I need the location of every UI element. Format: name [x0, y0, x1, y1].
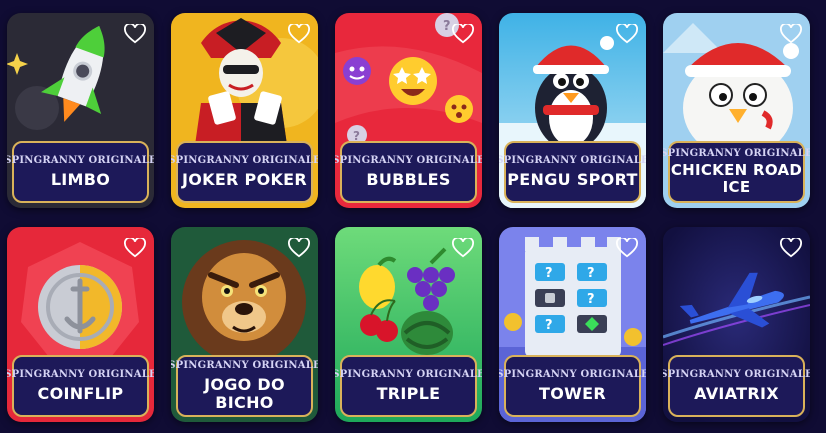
favorite-heart-icon[interactable]: [616, 238, 638, 258]
favorite-heart-icon[interactable]: [616, 24, 638, 44]
game-label: SPINGRANNY ORIGINALE COINFLIP: [7, 355, 154, 417]
game-label: SPINGRANNY ORIGINALE TRIPLE: [335, 355, 482, 417]
provider-name: SPINGRANNY ORIGINALE: [663, 148, 810, 159]
game-label: SPINGRANNY ORIGINALE CHICKEN ROAD ICE: [663, 141, 810, 203]
favorite-heart-icon[interactable]: [288, 24, 310, 44]
favorite-heart-icon[interactable]: [452, 238, 474, 258]
game-card-jogo-do-bicho[interactable]: SPINGRANNY ORIGINALE JOGO DO BICHO: [171, 227, 318, 422]
game-label: SPINGRANNY ORIGINALE JOKER POKER: [171, 141, 318, 203]
favorite-heart-icon[interactable]: [124, 24, 146, 44]
game-title: TOWER: [539, 384, 606, 403]
provider-name: SPINGRANNY ORIGINALE: [171, 155, 318, 166]
game-label: SPINGRANNY ORIGINALE PENGU SPORT: [499, 141, 646, 203]
favorite-heart-icon[interactable]: [124, 238, 146, 258]
svg-text:?: ?: [545, 266, 553, 281]
provider-name: SPINGRANNY ORIGINALE: [663, 369, 810, 380]
provider-name: SPINGRANNY ORIGINALE: [499, 369, 646, 380]
provider-name: SPINGRANNY ORIGINALE: [7, 155, 154, 166]
game-title: CHICKEN ROAD ICE: [670, 161, 803, 196]
game-card-joker-poker[interactable]: SPINGRANNY ORIGINALE JOKER POKER: [171, 13, 318, 208]
game-label: SPINGRANNY ORIGINALE AVIATRIX: [663, 355, 810, 417]
provider-name: SPINGRANNY ORIGINALE: [499, 155, 646, 166]
provider-name: SPINGRANNY ORIGINALE: [335, 369, 482, 380]
game-card-tower[interactable]: ? ? ? ? SPINGRANNY ORIGINALE TOWER: [499, 227, 646, 422]
game-card-coinflip[interactable]: SPINGRANNY ORIGINALE COINFLIP: [7, 227, 154, 422]
favorite-heart-icon[interactable]: [288, 238, 310, 258]
game-title: PENGU SPORT: [507, 170, 638, 189]
games-grid: SPINGRANNY ORIGINALE LIMBO SPINGRANNY OR…: [0, 0, 826, 433]
game-title: BUBBLES: [366, 170, 451, 189]
favorite-heart-icon[interactable]: [452, 24, 474, 44]
provider-name: SPINGRANNY ORIGINALE: [171, 360, 318, 371]
game-card-chicken-road-ice[interactable]: SPINGRANNY ORIGINALE CHICKEN ROAD ICE: [663, 13, 810, 208]
game-label: SPINGRANNY ORIGINALE JOGO DO BICHO: [171, 355, 318, 417]
game-title: TRIPLE: [376, 384, 441, 403]
game-card-aviatrix[interactable]: SPINGRANNY ORIGINALE AVIATRIX: [663, 227, 810, 422]
game-card-pengu-sport[interactable]: SPINGRANNY ORIGINALE PENGU SPORT: [499, 13, 646, 208]
svg-text:?: ?: [587, 292, 595, 307]
game-card-bubbles[interactable]: ? ? SPINGRANNY ORIGINALE BUBBLES: [335, 13, 482, 208]
game-title: JOKER POKER: [181, 170, 308, 189]
game-label: SPINGRANNY ORIGINALE BUBBLES: [335, 141, 482, 203]
game-label: SPINGRANNY ORIGINALE TOWER: [499, 355, 646, 417]
favorite-heart-icon[interactable]: [780, 24, 802, 44]
game-title: COINFLIP: [37, 384, 124, 403]
provider-name: SPINGRANNY ORIGINALE: [335, 155, 482, 166]
game-title: AVIATRIX: [694, 384, 779, 403]
game-title: LIMBO: [50, 170, 111, 189]
game-card-limbo[interactable]: SPINGRANNY ORIGINALE LIMBO: [7, 13, 154, 208]
game-title: JOGO DO BICHO: [204, 375, 285, 412]
svg-text:?: ?: [587, 266, 595, 281]
svg-text:?: ?: [545, 318, 553, 333]
provider-name: SPINGRANNY ORIGINALE: [7, 369, 154, 380]
favorite-heart-icon[interactable]: [780, 238, 802, 258]
game-label: SPINGRANNY ORIGINALE LIMBO: [7, 141, 154, 203]
game-card-triple[interactable]: SPINGRANNY ORIGINALE TRIPLE: [335, 227, 482, 422]
svg-text:?: ?: [443, 19, 451, 34]
